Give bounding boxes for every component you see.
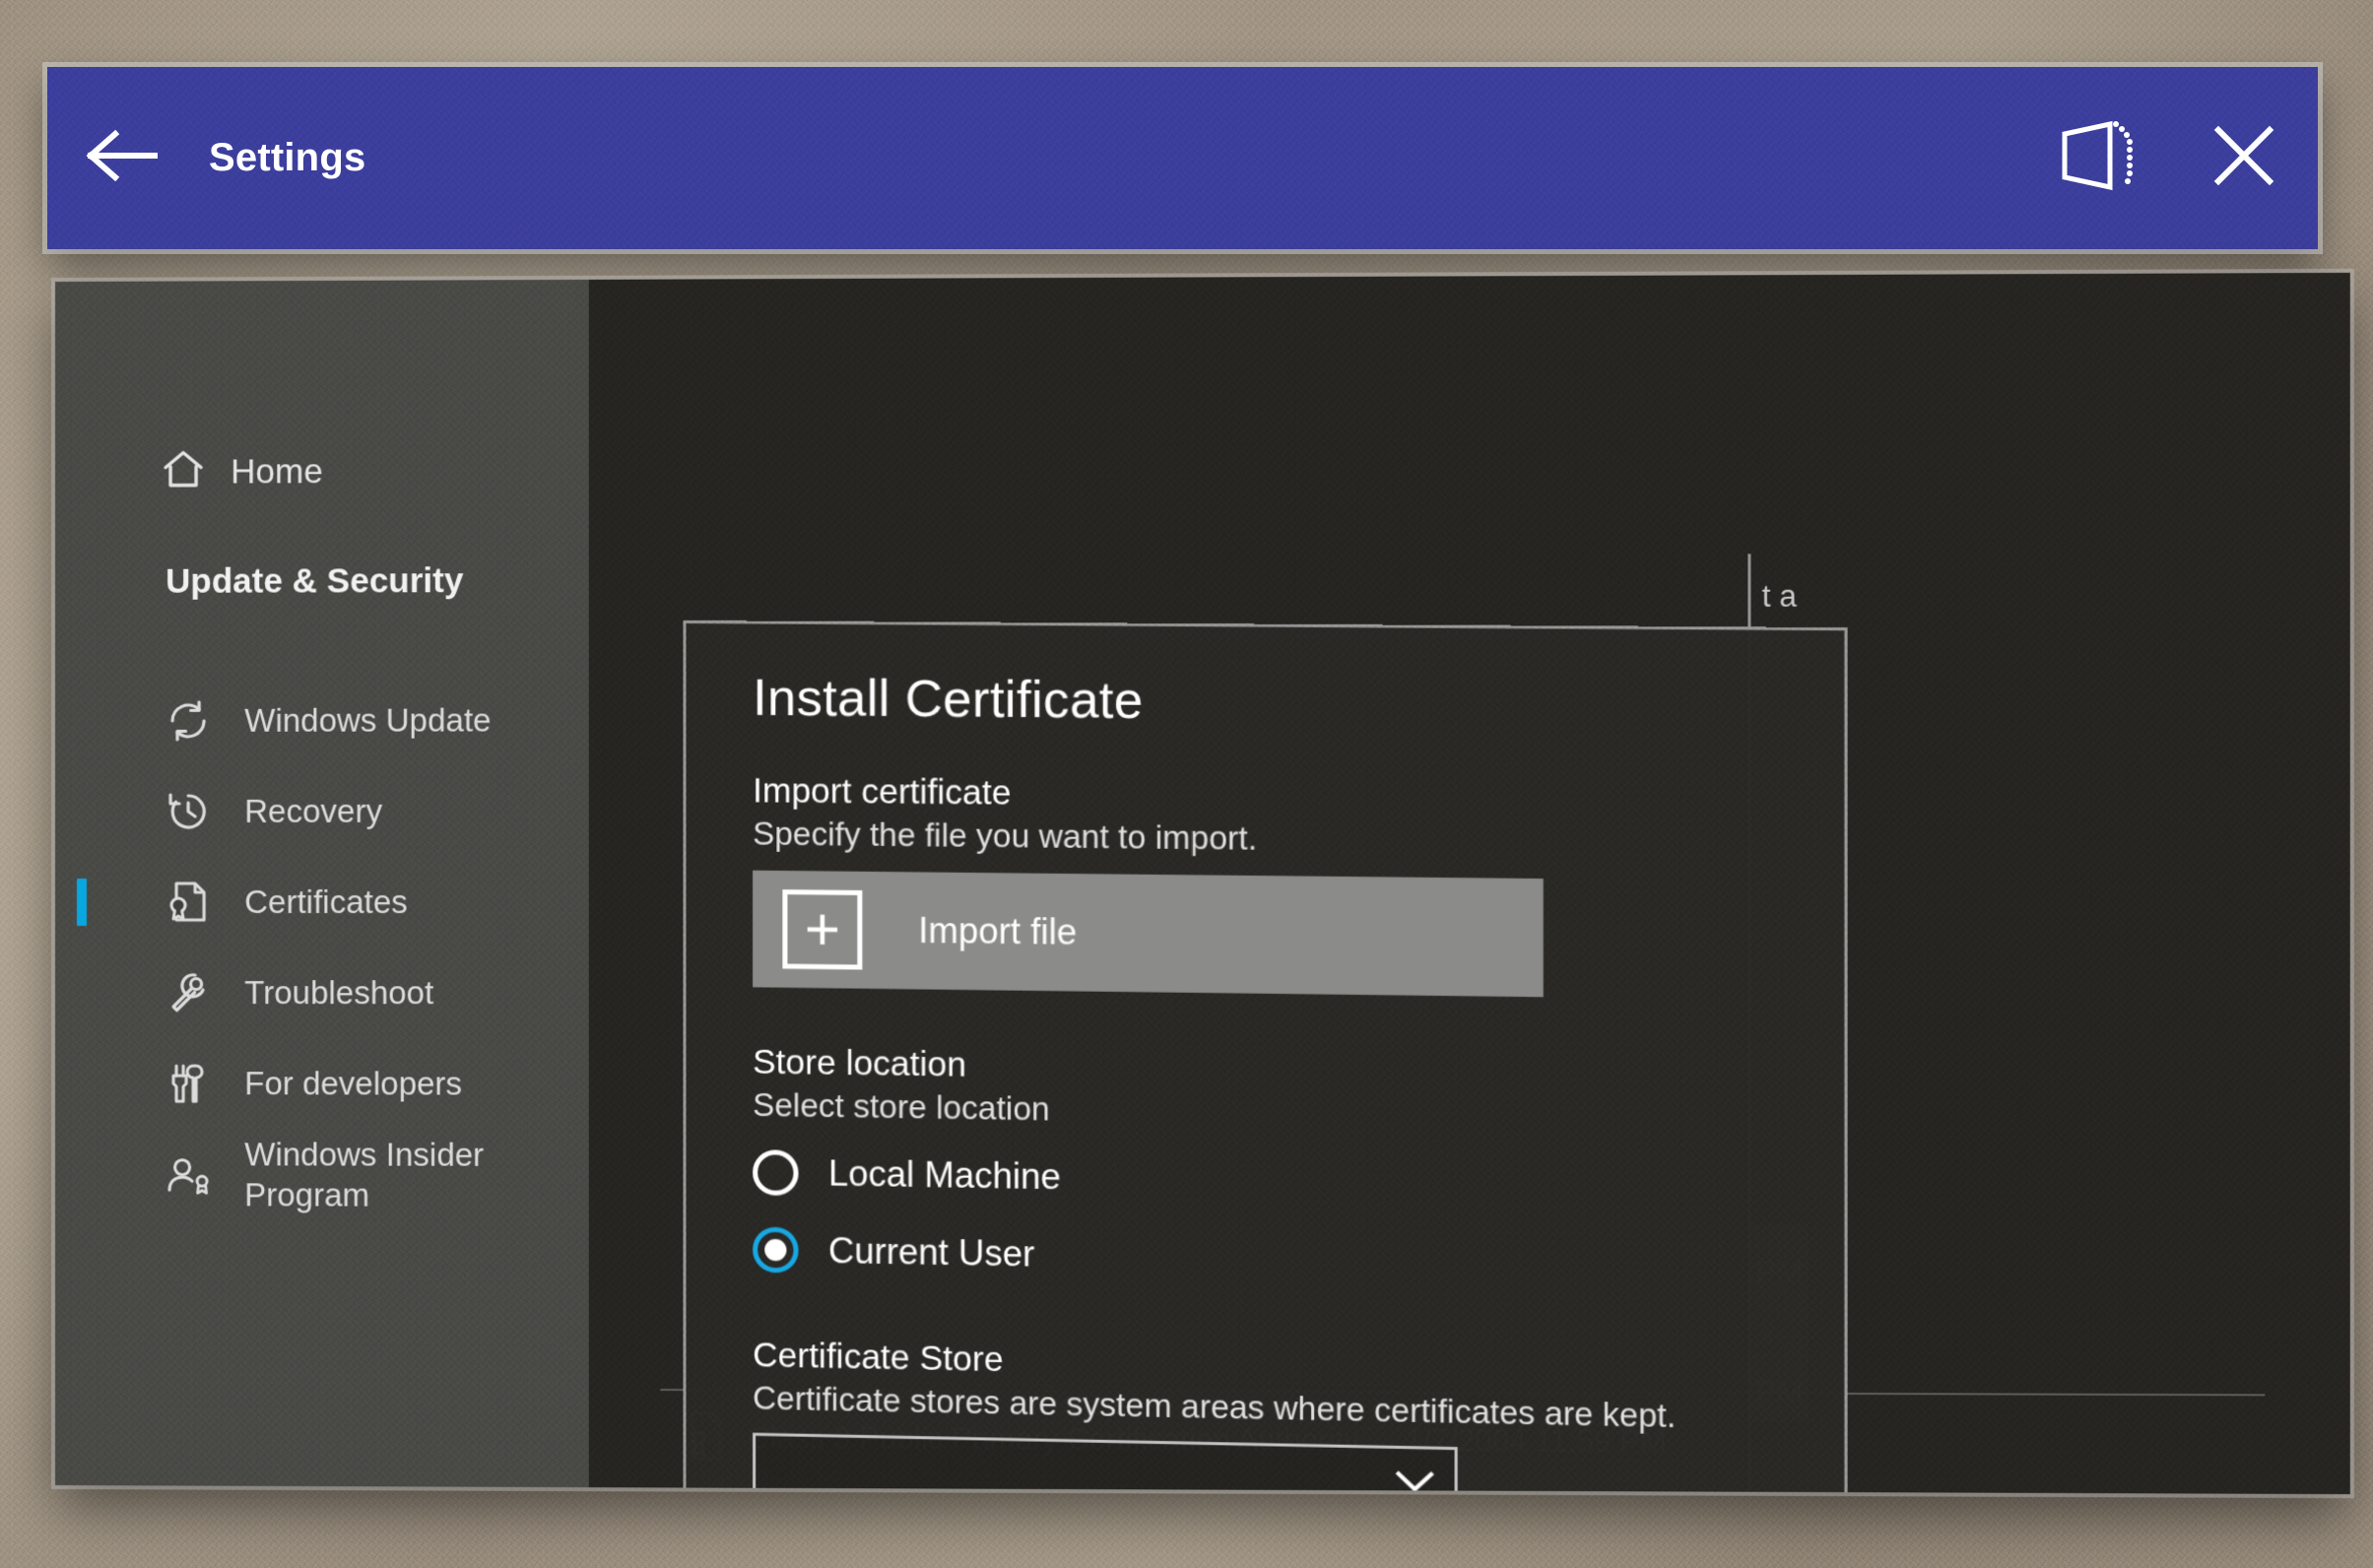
back-arrow-icon bbox=[84, 129, 159, 187]
follow-me-button[interactable] bbox=[2022, 67, 2170, 249]
chevron-down-icon bbox=[1394, 1469, 1436, 1494]
close-button[interactable] bbox=[2170, 67, 2318, 249]
sidebar-item-label: Windows Insider Program bbox=[244, 1136, 485, 1213]
sidebar-item-label: Recovery bbox=[244, 793, 383, 830]
radio-indicator[interactable] bbox=[753, 1149, 799, 1197]
sidebar-item-for-developers[interactable]: For developers bbox=[55, 1038, 589, 1130]
person-badge-icon bbox=[165, 1150, 219, 1198]
selection-indicator bbox=[76, 878, 88, 927]
sidebar-item-label: Troubleshoot bbox=[244, 974, 434, 1012]
import-file-label: Import file bbox=[918, 909, 1078, 952]
sidebar-item-troubleshoot[interactable]: Troubleshoot bbox=[55, 947, 589, 1039]
back-button[interactable] bbox=[47, 67, 195, 249]
settings-app-window: Home Update & Security Windows Update Re… bbox=[55, 272, 2350, 1495]
clock-history-icon bbox=[165, 789, 219, 834]
radio-current-user-label: Current User bbox=[827, 1229, 1035, 1274]
tools-icon bbox=[165, 1060, 219, 1107]
radio-local-machine[interactable]: Local Machine bbox=[753, 1142, 1781, 1219]
install-certificate-dialog: Install Certificate Import certificate S… bbox=[683, 620, 1848, 1495]
certificate-store-dropdown[interactable] bbox=[753, 1432, 1458, 1495]
sidebar-nav-list: Windows Update Recovery Certificates Tro… bbox=[55, 675, 589, 1220]
sidebar-item-recovery[interactable]: Recovery bbox=[55, 766, 589, 857]
sidebar-item-certificates[interactable]: Certificates bbox=[55, 857, 589, 947]
sidebar-item-home-label: Home bbox=[231, 451, 323, 491]
refresh-icon bbox=[165, 698, 219, 744]
radio-local-machine-label: Local Machine bbox=[827, 1152, 1061, 1198]
import-description: Specify the file you want to import. bbox=[753, 815, 1258, 857]
window-title-bar: Settings bbox=[47, 67, 2318, 249]
certificate-document-icon bbox=[165, 879, 219, 926]
sidebar-item-windows-update[interactable]: Windows Update bbox=[55, 675, 589, 766]
sidebar-item-label: Certificates bbox=[244, 883, 408, 921]
import-heading: Import certificate bbox=[753, 771, 1012, 813]
settings-sidebar: Home Update & Security Windows Update Re… bbox=[55, 279, 589, 1488]
dialog-title: Install Certificate bbox=[753, 669, 1144, 731]
certificate-store-section: Certificate Store Certificate stores are… bbox=[747, 1336, 1781, 1495]
certificate-store-value bbox=[773, 1469, 1393, 1481]
window-title: Settings bbox=[209, 136, 366, 179]
sidebar-item-windows-insider-program[interactable]: Windows Insider Program bbox=[55, 1129, 589, 1220]
home-icon bbox=[162, 449, 205, 495]
sidebar-item-label: Windows Update bbox=[244, 701, 492, 740]
sidebar-item-label: For developers bbox=[244, 1065, 463, 1102]
store-location-section: Store location Select store location Loc… bbox=[747, 1043, 1781, 1299]
wrench-icon bbox=[165, 970, 219, 1015]
sidebar-category-title: Update & Security bbox=[165, 561, 464, 601]
radio-indicator-selected[interactable] bbox=[753, 1226, 799, 1274]
import-certificate-section: Import certificate Specify the file you … bbox=[747, 771, 1781, 1000]
background-text-fragment: t a bbox=[1761, 578, 1797, 614]
sidebar-item-home[interactable]: Home bbox=[162, 448, 323, 494]
follow-me-window-icon bbox=[2055, 116, 2138, 200]
import-file-button[interactable]: Import file bbox=[753, 870, 1544, 998]
close-x-icon bbox=[2210, 122, 2277, 194]
radio-current-user[interactable]: Current User bbox=[753, 1219, 1781, 1299]
plus-icon bbox=[782, 889, 863, 970]
